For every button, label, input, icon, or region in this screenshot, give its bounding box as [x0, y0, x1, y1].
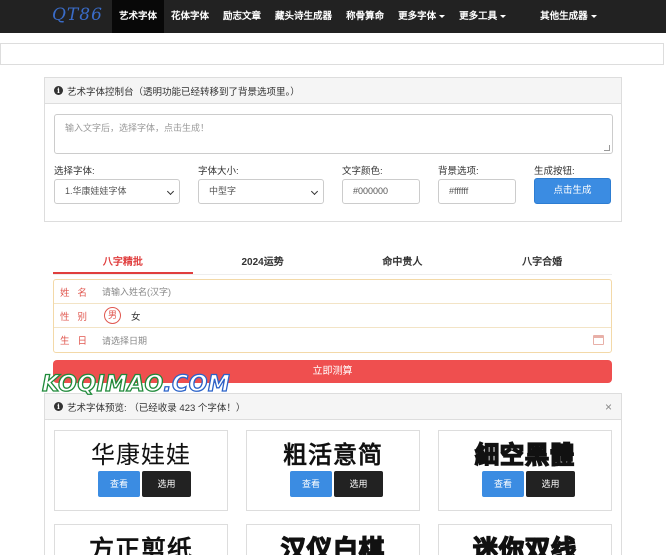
art-font-console: i 艺术字体控制台（透明功能已经转移到了背景选项里。） 输入文字后，选择字体，点…	[44, 77, 622, 222]
font-card: 方正剪纸	[54, 524, 228, 555]
nav-item-fancy-fonts[interactable]: 花体字体	[164, 0, 216, 33]
caret-down-icon	[439, 14, 446, 18]
text-color-label: 文字颜色:	[342, 166, 383, 177]
nav-menu: 艺术字体 花体字体 励志文章 藏头诗生成器 称骨算命 更多字体 更多工具 其他生…	[112, 0, 604, 33]
resize-grip-icon[interactable]	[604, 145, 610, 151]
console-header: i 艺术字体控制台（透明功能已经转移到了背景选项里。）	[45, 78, 621, 104]
font-card: 华康娃娃 查看 选用	[54, 430, 228, 511]
gender-label: 性别	[60, 311, 96, 323]
tab-bazi-detail[interactable]: 八字精批	[53, 253, 193, 274]
fortune-tabs: 八字精批 2024运势 命中贵人 八字合婚	[53, 253, 612, 275]
tab-noble-person[interactable]: 命中贵人	[333, 253, 473, 274]
nav-item-other-generators[interactable]: 其他生成器	[533, 0, 604, 33]
background-color-input[interactable]: #ffffff	[438, 179, 516, 204]
textarea-placeholder: 输入文字后，选择字体，点击生成！	[65, 123, 210, 133]
watermark-logo: KOQIMAO.COM	[41, 371, 231, 397]
caret-down-icon	[590, 14, 597, 18]
font-sample: 方正剪纸	[88, 536, 193, 555]
font-select[interactable]: 1.华康娃娃字体	[54, 179, 180, 204]
select-button[interactable]: 选用	[526, 471, 575, 497]
watermark-part2: .COM	[163, 371, 231, 397]
font-preview-panel: i 艺术字体预览: （已经收录 423 个字体！） × 华康娃娃 查看 选用 粗…	[44, 393, 622, 555]
font-sample: 細空黑體	[474, 440, 575, 470]
nav-item-label: 藏头诗生成器	[275, 11, 333, 22]
font-card: 迷你双线	[438, 524, 612, 555]
select-button[interactable]: 选用	[142, 471, 191, 497]
console-title: 艺术字体控制台（透明功能已经转移到了背景选项里。）	[67, 86, 300, 98]
gender-row: 性别 男 女	[54, 304, 611, 328]
name-row: 姓名 请输入姓名(汉字)	[54, 280, 611, 304]
font-sample: 粗活意简	[283, 441, 383, 469]
nav-item-more-tools[interactable]: 更多工具	[452, 0, 513, 33]
nav-item-more-fonts[interactable]: 更多字体	[391, 0, 452, 33]
name-input[interactable]: 请输入姓名(汉字)	[102, 285, 171, 298]
gender-female-radio[interactable]: 女	[131, 309, 141, 323]
view-button[interactable]: 查看	[482, 471, 524, 497]
close-icon[interactable]: ×	[605, 400, 612, 414]
nav-item-label: 花体字体	[171, 11, 210, 22]
fortune-form: 姓名 请输入姓名(汉字) 性别 男 女 生日 请选择日期	[53, 279, 612, 353]
view-button[interactable]: 查看	[98, 471, 140, 497]
site-logo[interactable]: QT86	[52, 5, 103, 25]
nav-item-label: 更多字体	[398, 11, 437, 22]
tab-marriage-match[interactable]: 八字合婚	[472, 253, 612, 274]
background-color-value: #ffffff	[449, 186, 469, 196]
text-color-input[interactable]: #000000	[342, 179, 420, 204]
info-icon: i	[54, 86, 63, 95]
gender-male-radio[interactable]: 男	[104, 307, 121, 324]
size-select[interactable]: 中型字	[198, 179, 324, 204]
font-sample: 汉仪白棋	[280, 535, 385, 555]
birthday-input[interactable]: 请选择日期	[102, 334, 147, 347]
nav-item-fortune[interactable]: 称骨算命	[339, 0, 391, 33]
text-input-area[interactable]: 输入文字后，选择字体，点击生成！	[54, 114, 613, 154]
view-button[interactable]: 查看	[290, 471, 332, 497]
generate-button[interactable]: 点击生成	[534, 178, 611, 204]
name-label: 姓名	[60, 287, 96, 299]
font-select-value: 1.华康娃娃字体	[65, 186, 127, 196]
nav-item-label: 励志文章	[223, 11, 262, 22]
nav-item-label: 艺术字体	[119, 11, 158, 22]
nav-item-label: 更多工具	[459, 11, 498, 22]
birthday-row: 生日 请选择日期	[54, 328, 611, 352]
size-select-label: 字体大小:	[198, 166, 239, 177]
preview-title: 艺术字体预览: （已经收录 423 个字体！）	[67, 402, 246, 414]
chevron-down-icon	[310, 187, 319, 196]
select-button[interactable]: 选用	[334, 471, 383, 497]
font-card: 細空黑體 查看 选用	[438, 430, 612, 511]
nav-item-inspiration[interactable]: 励志文章	[216, 0, 268, 33]
calendar-icon[interactable]	[593, 335, 604, 345]
nav-item-acrostic-poem[interactable]: 藏头诗生成器	[268, 0, 339, 33]
top-navbar: QT86 艺术字体 花体字体 励志文章 藏头诗生成器 称骨算命 更多字体 更多工…	[0, 0, 666, 33]
caret-down-icon	[500, 14, 507, 18]
generate-button-label: 生成按钮:	[534, 166, 575, 177]
font-card: 汉仪白棋	[246, 524, 420, 555]
background-option-label: 背景选项:	[438, 166, 479, 177]
tab-2024-fortune[interactable]: 2024运势	[193, 253, 333, 274]
text-color-value: #000000	[353, 186, 389, 196]
font-card: 粗活意简 查看 选用	[246, 430, 420, 511]
info-icon: i	[54, 402, 63, 411]
watermark-part1: KOQIMAO	[41, 371, 164, 397]
preview-header: i 艺术字体预览: （已经收录 423 个字体！）	[45, 394, 621, 420]
birthday-label: 生日	[60, 336, 96, 347]
nav-item-art-fonts[interactable]: 艺术字体	[112, 0, 165, 33]
nav-item-label: 其他生成器	[540, 11, 588, 22]
chevron-down-icon	[166, 187, 175, 196]
size-select-value: 中型字	[209, 186, 237, 196]
font-select-label: 选择字体:	[54, 166, 95, 177]
font-sample: 迷你双线	[472, 535, 577, 555]
ad-strip	[0, 43, 664, 65]
nav-item-label: 称骨算命	[346, 11, 385, 22]
font-sample: 华康娃娃	[91, 441, 191, 469]
